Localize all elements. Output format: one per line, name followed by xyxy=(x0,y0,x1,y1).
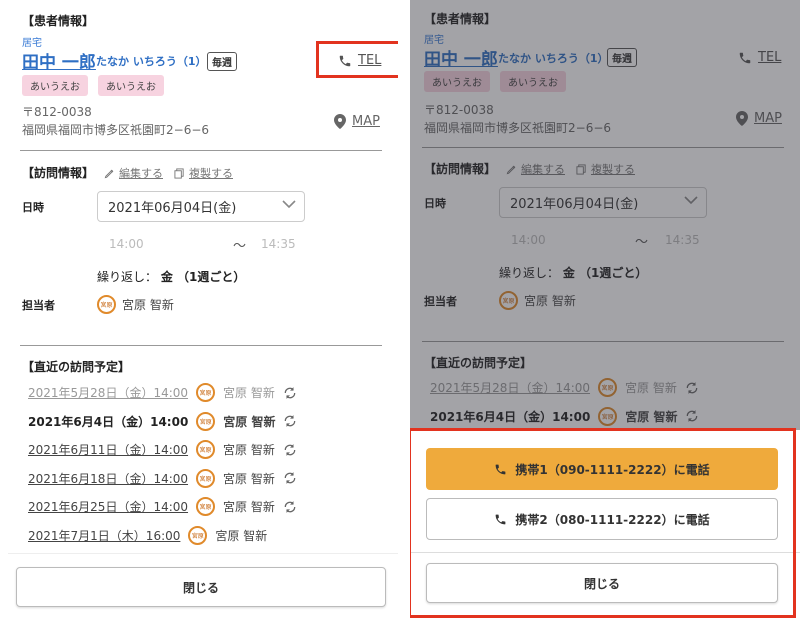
edit-link[interactable]: 編集する xyxy=(104,165,163,181)
call-sheet-screen: 【患者情報】 居宅 田中 一郎 たなか いちろう（1） 毎週 あいうえお あいう… xyxy=(410,0,800,627)
visit-date-link[interactable]: 2021年5月28日（金）14:00 xyxy=(28,384,188,401)
avatar: 宮原 xyxy=(196,468,216,488)
avatar: 宮原 xyxy=(196,383,216,402)
repeat-icon xyxy=(283,414,297,428)
staff-name: 宮原 智新 xyxy=(215,528,268,543)
avatar: 宮原 xyxy=(188,525,208,545)
repeat-value: 金 （1週ごと） xyxy=(160,270,246,284)
patient-section-title: 【患者情報】 xyxy=(22,14,95,28)
visit-date-link[interactable]: 2021年6月25日（金）14:00 xyxy=(28,498,188,515)
visit-date-link[interactable]: 2021年6月11日（金）14:00 xyxy=(28,441,188,458)
visit-date-link[interactable]: 2021年6月18日（金）14:00 xyxy=(28,470,188,487)
edit-label: 編集する xyxy=(119,167,163,180)
list-item[interactable]: 2021年6月4日（金）14:00 宮原 宮原 智新 xyxy=(28,411,297,431)
copy-link[interactable]: 複製する xyxy=(174,165,233,181)
map-label: MAP xyxy=(352,114,380,129)
postal-code: 〒812-0038 xyxy=(22,105,92,119)
avatar: 宮原 xyxy=(196,411,216,431)
pencil-icon xyxy=(104,168,115,179)
list-item[interactable]: 2021年5月28日（金）14:00 宮原 宮原 智新 xyxy=(28,383,297,402)
patient-detail-screen: 【患者情報】 居宅 田中 一郎 たなか いちろう（1） 毎週 あいうえお あいう… xyxy=(8,0,398,627)
repeat-icon xyxy=(283,471,297,485)
avatar: 宮原 xyxy=(97,295,116,314)
list-item[interactable]: 2021年7月1日（木）16:00 宮原宮原 智新 xyxy=(28,525,268,545)
patient-kana: たなか いちろう（1） xyxy=(96,55,207,68)
address: 福岡県福岡市博多区祇園町2−6−6 xyxy=(22,123,210,137)
visit-section-title: 【訪問情報】 xyxy=(22,166,95,180)
copy-icon xyxy=(174,167,185,179)
action-sheet-highlight-box xyxy=(410,428,796,618)
date-select[interactable]: 2021年06月04日(金) xyxy=(97,191,305,222)
visit-date-link[interactable]: 2021年6月4日（金）14:00 xyxy=(28,413,188,430)
avatar: 宮原 xyxy=(196,497,216,516)
start-time[interactable]: 14:00 xyxy=(109,237,144,251)
staff-name: 宮原 智新 xyxy=(223,414,276,429)
patient-tag: あいうえお xyxy=(22,75,88,96)
staff-name: 宮原 智新 xyxy=(122,298,174,312)
chevron-down-icon xyxy=(282,199,296,209)
frequency-badge: 毎週 xyxy=(207,52,237,71)
patient-name-link[interactable]: 田中 一郎 xyxy=(22,48,96,73)
staff-info: 宮原 宮原 智新 xyxy=(97,295,174,314)
staff-name: 宮原 智新 xyxy=(223,500,275,514)
date-value: 2021年06月04日(金) xyxy=(108,201,237,216)
copy-label: 複製する xyxy=(189,167,233,180)
repeat-icon xyxy=(283,443,297,457)
repeat-prefix: 繰り返し： xyxy=(97,270,158,284)
upcoming-section-title: 【直近の訪問予定】 xyxy=(22,360,131,374)
modal-backdrop[interactable] xyxy=(410,0,800,430)
list-item[interactable]: 2021年6月18日（金）14:00 宮原宮原 智新 xyxy=(28,468,297,488)
staff-name: 宮原 智新 xyxy=(223,471,275,486)
repeat-icon xyxy=(283,500,297,514)
end-time[interactable]: 14:35 xyxy=(261,237,296,251)
section-divider xyxy=(20,150,382,151)
repeat-info: 繰り返し： 金 （1週ごと） xyxy=(97,268,245,285)
visit-date-link[interactable]: 2021年7月1日（木）16:00 xyxy=(28,527,180,544)
staff-name: 宮原 智新 xyxy=(223,443,275,457)
staff-name: 宮原 智新 xyxy=(223,386,275,400)
close-button[interactable]: 閉じる xyxy=(16,567,386,607)
section-divider xyxy=(20,345,382,346)
repeat-icon xyxy=(283,386,297,400)
map-pin-icon xyxy=(334,114,346,129)
avatar: 宮原 xyxy=(196,440,216,459)
list-item[interactable]: 2021年6月25日（金）14:00 宮原宮原 智新 xyxy=(28,497,297,516)
patient-tag: あいうえお xyxy=(98,75,164,96)
datetime-label: 日時 xyxy=(22,201,44,214)
list-item[interactable]: 2021年6月11日（金）14:00 宮原宮原 智新 xyxy=(28,440,297,459)
staff-label: 担当者 xyxy=(22,299,55,312)
time-separator: 〜 xyxy=(233,239,247,254)
map-link[interactable]: MAP xyxy=(334,114,380,129)
tel-highlight-box xyxy=(316,41,398,78)
residence-label: 居宅 xyxy=(22,38,42,49)
